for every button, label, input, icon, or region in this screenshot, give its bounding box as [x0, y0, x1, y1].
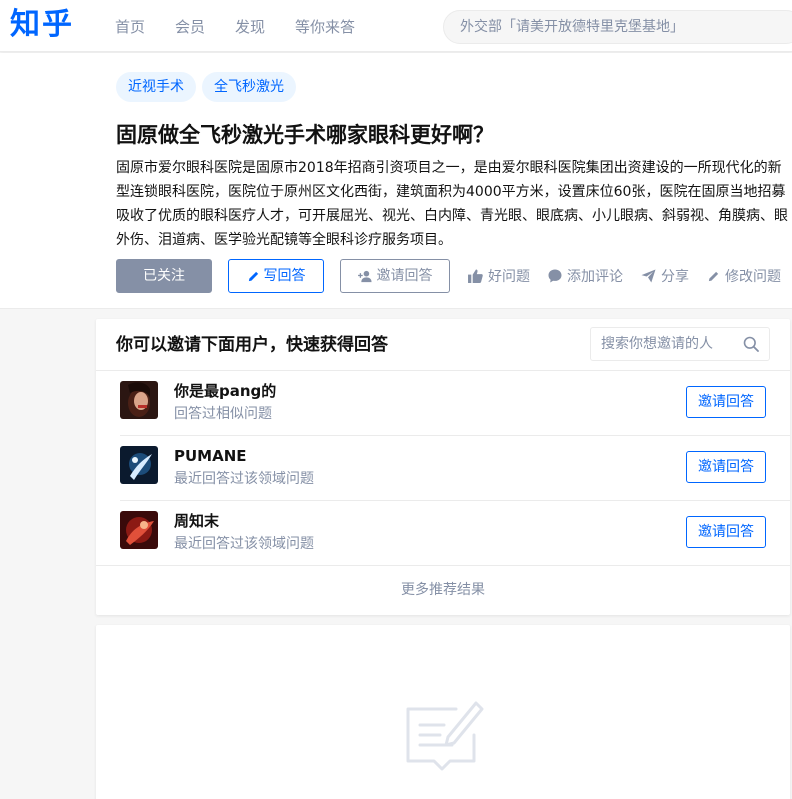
more-recommendations-button[interactable]: 更多推荐结果 [96, 566, 790, 615]
question-header: 近视手术 全飞秒激光 固原做全飞秒激光手术哪家眼科更好啊？ 固原市爱尔眼科医院是… [0, 53, 792, 309]
comment-icon [548, 269, 562, 283]
invite-user-row: PUMANE 最近回答过该领域问题 邀请回答 [96, 435, 790, 499]
top-header: 知乎 首页 会员 发现 等你来答 [0, 0, 792, 52]
good-question-label: 好问题 [488, 269, 530, 285]
pencil-icon [248, 271, 258, 281]
user-name[interactable]: 你是最pang的 [174, 380, 276, 402]
user-reason: 最近回答过该领域问题 [174, 536, 314, 552]
empty-answer-icon [406, 701, 484, 771]
invite-answer-button[interactable]: 邀请回答 [340, 259, 450, 293]
main-nav: 首页 会员 发现 等你来答 [115, 17, 385, 37]
avatar[interactable] [120, 381, 158, 419]
followed-label: 已关注 [143, 268, 185, 284]
search-icon[interactable] [743, 336, 759, 352]
question-description: 固原市爱尔眼科医院是固原市2018年招商引资项目之一，是由爱尔眼科医院集团出资建… [116, 160, 788, 248]
followed-button[interactable]: 已关注 [116, 259, 212, 293]
add-user-icon [357, 270, 372, 282]
topic-tags: 近视手术 全飞秒激光 [116, 72, 302, 102]
edit-question-label: 修改问题 [725, 269, 781, 285]
nav-home[interactable]: 首页 [115, 17, 145, 37]
zhihu-logo[interactable]: 知乎 [10, 6, 74, 44]
user-name[interactable]: 周知末 [174, 510, 219, 532]
invite-user-button[interactable]: 邀请回答 [686, 451, 766, 483]
invite-search [590, 327, 770, 361]
nav-discover[interactable]: 发现 [235, 17, 265, 37]
avatar[interactable] [120, 511, 158, 549]
invite-users-card: 你可以邀请下面用户，快速获得回答 你是最pang的 回答过相似问题 邀请回答 P… [96, 319, 790, 615]
add-comment-label: 添加评论 [567, 269, 623, 285]
invite-search-input[interactable] [591, 328, 741, 360]
good-question-button[interactable]: 好问题 [468, 266, 530, 286]
user-reason: 最近回答过该领域问题 [174, 471, 314, 487]
share-button[interactable]: 分享 [641, 266, 689, 286]
pencil-icon [708, 271, 719, 281]
topic-tag[interactable]: 全飞秒激光 [202, 72, 296, 102]
question-title: 固原做全飞秒激光手术哪家眼科更好啊？ [116, 123, 494, 147]
invite-answer-label: 邀请回答 [376, 268, 433, 284]
add-comment-button[interactable]: 添加评论 [548, 266, 623, 286]
nav-waiting-answers[interactable]: 等你来答 [295, 17, 355, 37]
question-actions: 已关注 写回答 邀请回答 好问题 添加评论 分享 修改问题 [116, 259, 781, 293]
invite-user-button[interactable]: 邀请回答 [686, 386, 766, 418]
invite-heading: 你可以邀请下面用户，快速获得回答 [116, 335, 388, 355]
answers-empty-card [96, 625, 790, 799]
global-search-input[interactable] [444, 11, 784, 43]
avatar[interactable] [120, 446, 158, 484]
invite-user-button[interactable]: 邀请回答 [686, 516, 766, 548]
share-plane-icon [641, 269, 656, 283]
global-search [443, 10, 792, 44]
invite-user-row: 周知末 最近回答过该领域问题 邀请回答 [96, 500, 790, 564]
topic-tag[interactable]: 近视手术 [116, 72, 196, 102]
edit-question-button[interactable]: 修改问题 [707, 266, 781, 286]
thumbs-up-icon [468, 269, 483, 283]
write-answer-button[interactable]: 写回答 [228, 259, 324, 293]
user-name[interactable]: PUMANE [174, 445, 247, 467]
share-label: 分享 [661, 269, 689, 285]
write-answer-label: 写回答 [263, 268, 306, 284]
nav-membership[interactable]: 会员 [175, 17, 205, 37]
invite-user-row: 你是最pang的 回答过相似问题 邀请回答 [96, 370, 790, 434]
user-reason: 回答过相似问题 [174, 406, 272, 422]
